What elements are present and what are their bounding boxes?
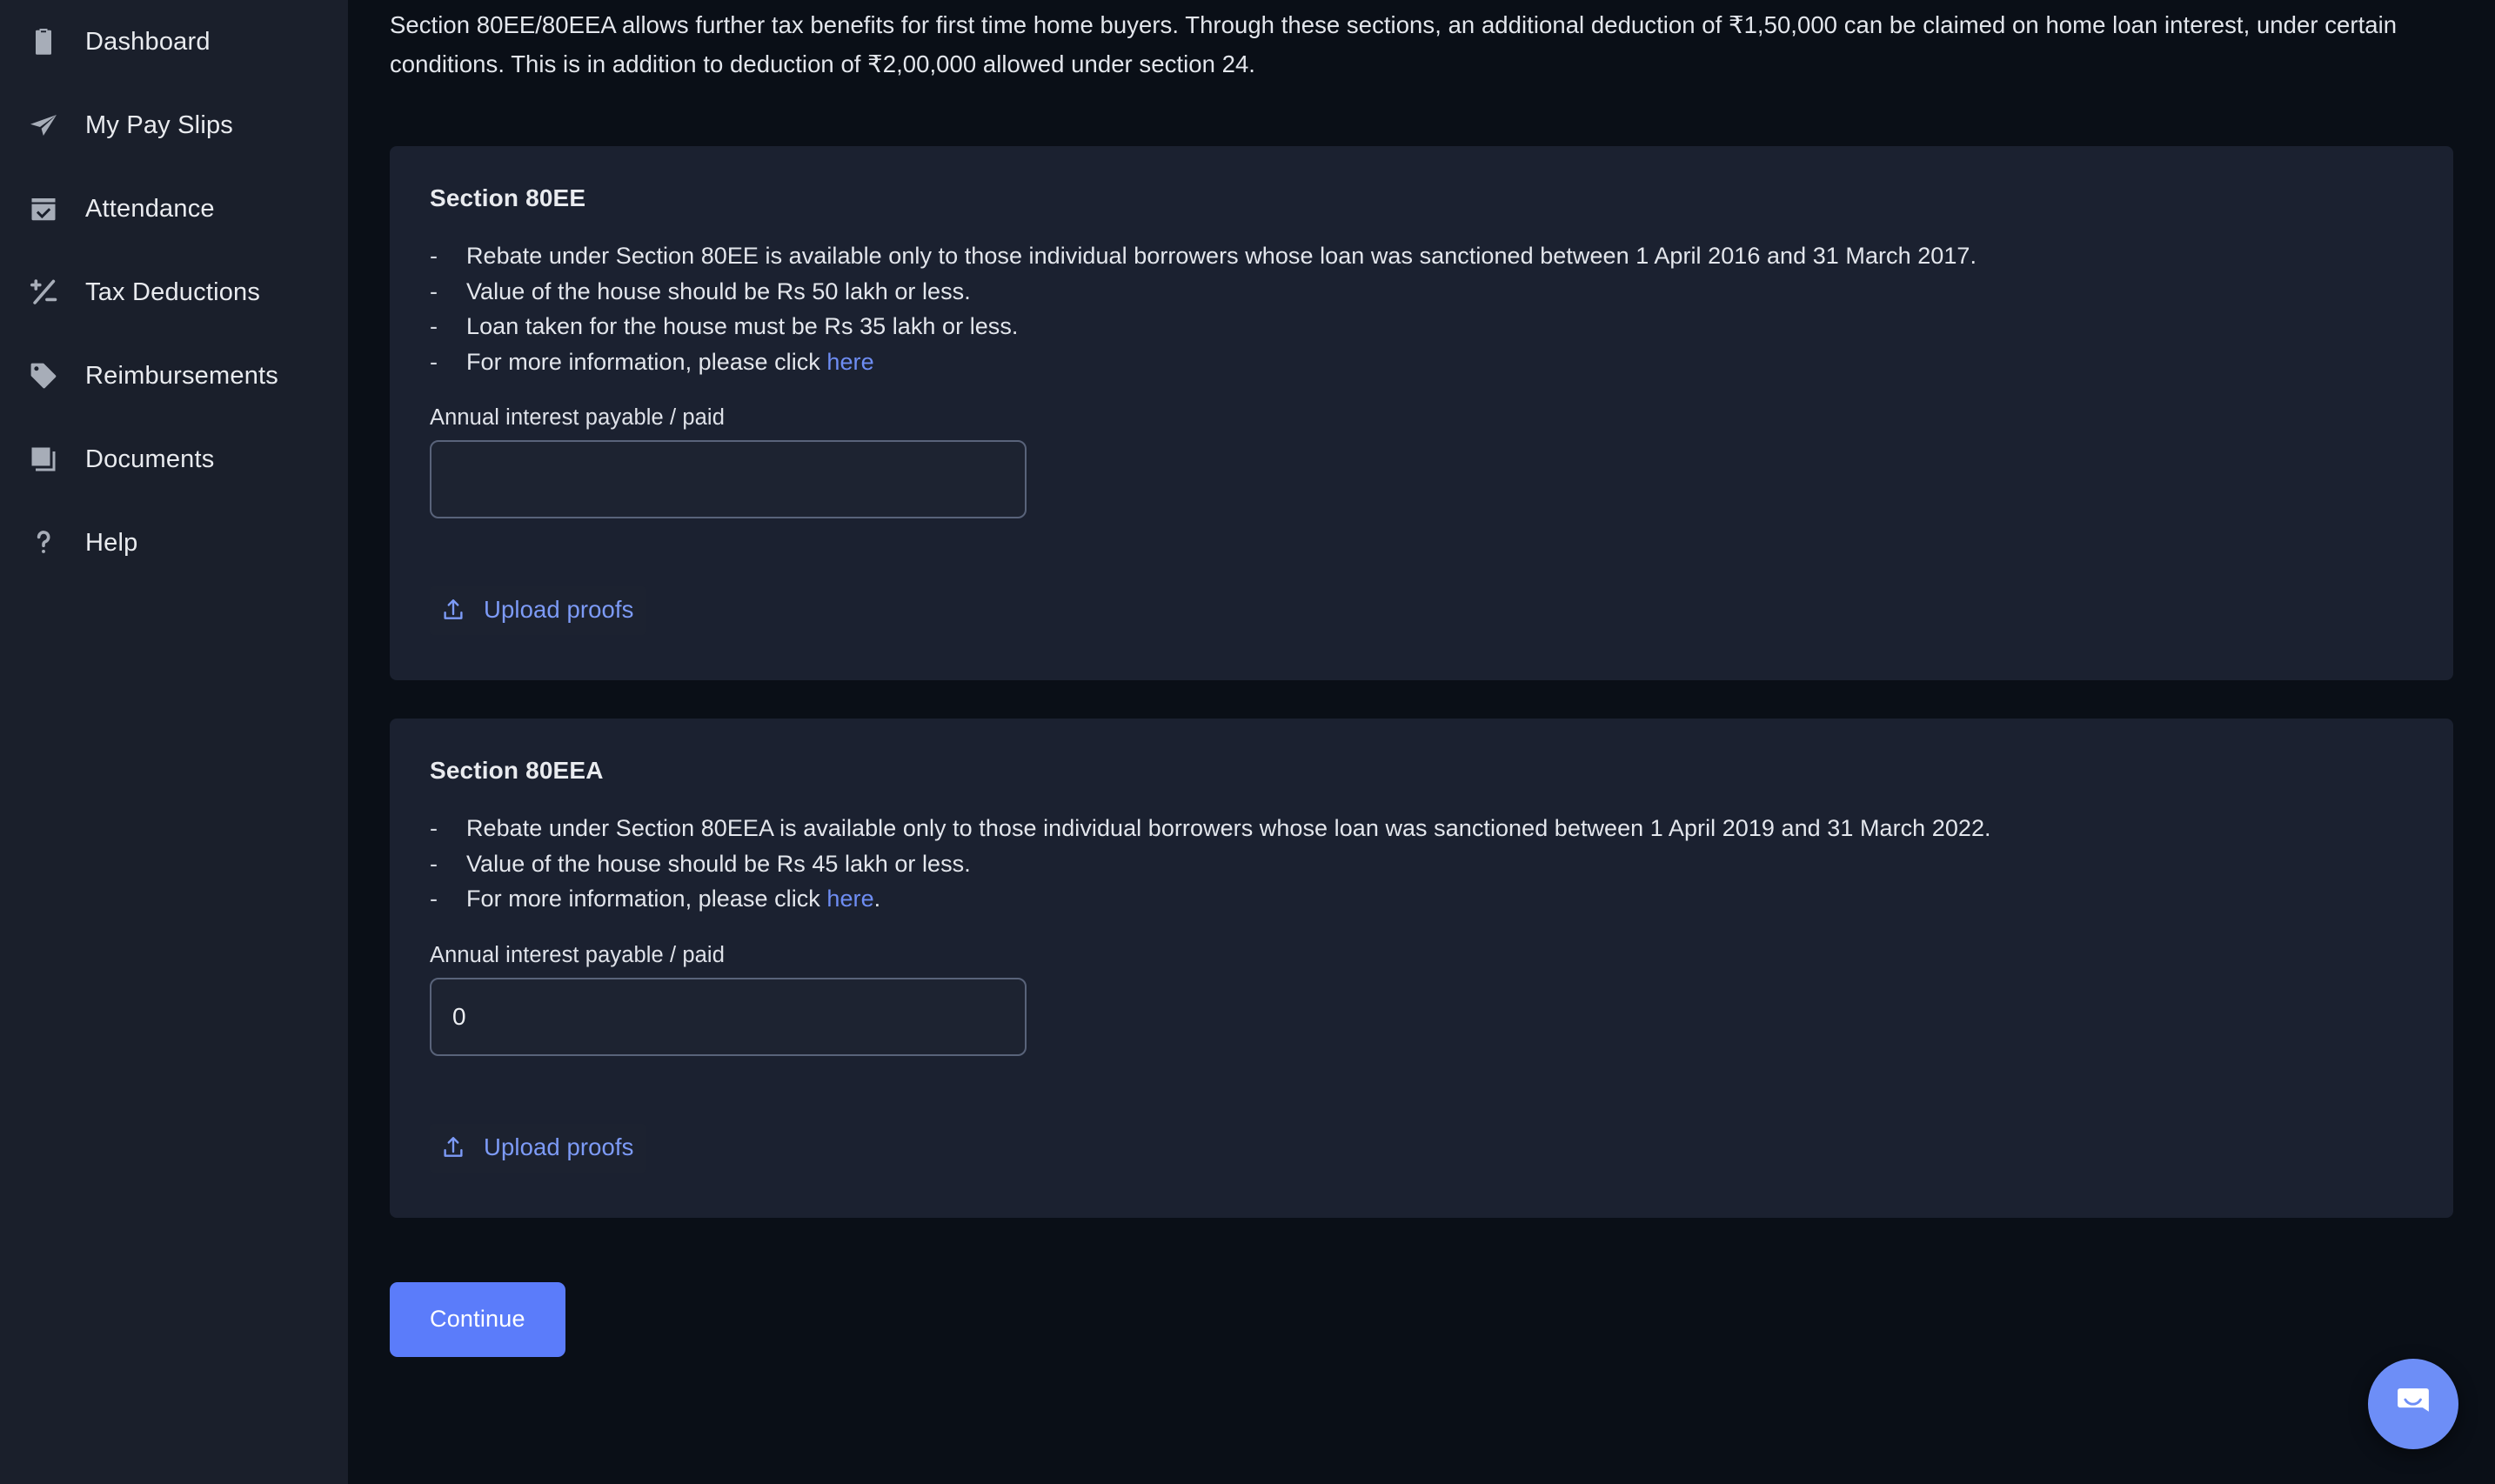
bullet-dash: - bbox=[430, 348, 438, 375]
sidebar-item-label: Dashboard bbox=[85, 27, 211, 56]
bullet-text: Value of the house should be Rs 45 lakh … bbox=[466, 850, 971, 877]
annual-interest-label: Annual interest payable / paid bbox=[430, 405, 725, 430]
section-80eea-card: Section 80EEA - Rebate under Section 80E… bbox=[390, 719, 2453, 1218]
list-item: - Loan taken for the house must be Rs 35… bbox=[430, 309, 2413, 344]
bullet-text: Rebate under Section 80EE is available o… bbox=[466, 243, 1977, 269]
app-root: Dashboard My Pay Slips Attendance Tax De… bbox=[0, 0, 2495, 1484]
question-mark-icon bbox=[26, 525, 61, 560]
bullet-dash: - bbox=[430, 850, 438, 877]
chat-bubble-icon bbox=[2390, 1380, 2437, 1429]
documents-icon bbox=[26, 442, 61, 477]
more-information-link[interactable]: here bbox=[826, 886, 873, 912]
list-item: - Rebate under Section 80EE is available… bbox=[430, 238, 2413, 274]
annual-interest-label: Annual interest payable / paid bbox=[430, 942, 725, 967]
bullet-text-after: . bbox=[873, 886, 881, 912]
card-bullet-list: - Rebate under Section 80EEA is availabl… bbox=[430, 811, 2413, 917]
bullet-text: Loan taken for the house must be Rs 35 l… bbox=[466, 313, 1019, 339]
upload-icon bbox=[438, 595, 468, 625]
main-content: Section 80EE/80EEA allows further tax be… bbox=[348, 0, 2495, 1484]
bullet-text: For more information, please click here. bbox=[466, 881, 2413, 917]
upload-proofs-button[interactable]: Upload proofs bbox=[430, 586, 646, 635]
sidebar-item-label: My Pay Slips bbox=[85, 110, 233, 139]
section-80ee-card: Section 80EE - Rebate under Section 80EE… bbox=[390, 146, 2453, 680]
list-item: - Rebate under Section 80EEA is availabl… bbox=[430, 811, 2413, 846]
list-item: - Value of the house should be Rs 50 lak… bbox=[430, 274, 2413, 310]
more-information-link[interactable]: here bbox=[826, 349, 873, 375]
bullet-dash: - bbox=[430, 313, 438, 339]
calendar-check-icon bbox=[26, 191, 61, 226]
plus-minus-icon bbox=[26, 275, 61, 310]
bullet-dash: - bbox=[430, 243, 438, 269]
list-item: - Value of the house should be Rs 45 lak… bbox=[430, 846, 2413, 882]
annual-interest-input[interactable] bbox=[430, 977, 1027, 1056]
sidebar-item-label: Help bbox=[85, 528, 138, 557]
sidebar-item-help[interactable]: Help bbox=[0, 501, 348, 585]
bullet-text: Value of the house should be Rs 50 lakh … bbox=[466, 277, 971, 304]
clipboard-icon bbox=[26, 24, 61, 59]
bullet-dash: - bbox=[430, 886, 438, 912]
bullet-dash: - bbox=[430, 277, 438, 304]
sidebar-item-dashboard[interactable]: Dashboard bbox=[0, 0, 348, 84]
tag-icon bbox=[26, 358, 61, 393]
upload-proofs-label: Upload proofs bbox=[484, 596, 634, 623]
paper-plane-icon bbox=[26, 108, 61, 143]
bullet-dash: - bbox=[430, 815, 438, 841]
bullet-text-before: For more information, please click bbox=[466, 348, 827, 375]
upload-proofs-button[interactable]: Upload proofs bbox=[430, 1123, 646, 1173]
bullet-text: For more information, please click here bbox=[466, 344, 2413, 380]
sidebar-nav-list: Dashboard My Pay Slips Attendance Tax De… bbox=[0, 0, 348, 585]
sidebar-item-label: Documents bbox=[85, 445, 215, 473]
sidebar-item-my-pay-slips[interactable]: My Pay Slips bbox=[0, 84, 348, 167]
chat-launcher-button[interactable] bbox=[2368, 1359, 2458, 1449]
sidebar-item-label: Reimbursements bbox=[85, 361, 278, 390]
sidebar: Dashboard My Pay Slips Attendance Tax De… bbox=[0, 0, 348, 1484]
list-item: - For more information, please click her… bbox=[430, 881, 2413, 917]
intro-paragraph: Section 80EE/80EEA allows further tax be… bbox=[390, 11, 2398, 77]
sidebar-item-attendance[interactable]: Attendance bbox=[0, 167, 348, 251]
sidebar-item-tax-deductions[interactable]: Tax Deductions bbox=[0, 251, 348, 334]
sidebar-item-reimbursements[interactable]: Reimbursements bbox=[0, 334, 348, 418]
sidebar-item-label: Attendance bbox=[85, 194, 215, 223]
continue-button[interactable]: Continue bbox=[390, 1281, 565, 1357]
sidebar-item-label: Tax Deductions bbox=[85, 277, 261, 306]
card-title: Section 80EE bbox=[430, 184, 586, 211]
bullet-text: Rebate under Section 80EEA is available … bbox=[466, 815, 1991, 841]
card-title: Section 80EEA bbox=[430, 757, 604, 784]
bullet-text-before: For more information, please click bbox=[466, 886, 827, 912]
annual-interest-input[interactable] bbox=[430, 440, 1027, 518]
upload-proofs-label: Upload proofs bbox=[484, 1133, 634, 1160]
sidebar-item-documents[interactable]: Documents bbox=[0, 418, 348, 501]
upload-icon bbox=[438, 1133, 468, 1162]
footer-actions: Continue bbox=[390, 1281, 2453, 1357]
list-item: - For more information, please click her… bbox=[430, 344, 2413, 380]
card-bullet-list: - Rebate under Section 80EE is available… bbox=[430, 238, 2413, 379]
